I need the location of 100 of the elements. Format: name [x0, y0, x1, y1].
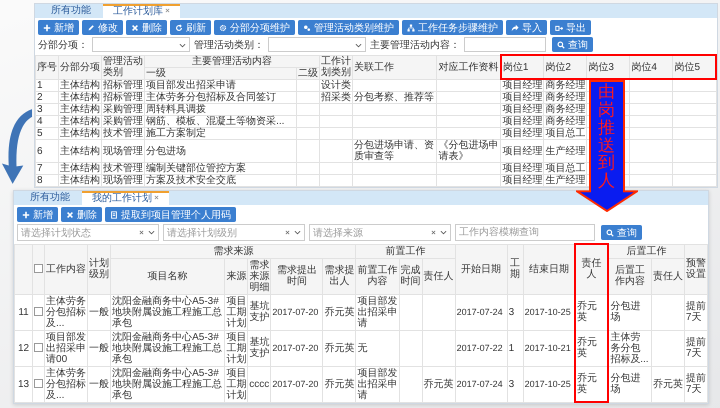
table-cell: 1	[507, 330, 524, 366]
tab-label[interactable]: 所有功能	[30, 191, 70, 205]
table-cell: 《分包进场申请表》	[436, 140, 501, 162]
tab[interactable]: 所有功能	[41, 4, 101, 18]
table-cell: 项目经理	[500, 116, 544, 128]
table-cell: 主体结构	[58, 174, 102, 186]
table-cell: 项目经理	[500, 174, 544, 186]
input-field[interactable]	[464, 37, 546, 52]
column-header: 管理活动类别	[102, 55, 145, 79]
select-field[interactable]	[92, 37, 190, 52]
checkbox[interactable]	[34, 343, 44, 352]
toolbar-button[interactable]: 分部分项维护	[214, 20, 295, 35]
caret-icon	[294, 230, 301, 235]
table-cell: 基坑支护	[248, 294, 271, 330]
table-cell: 沈阳金融商务中心A5-3#地块附属设施工程施工总承包	[110, 294, 225, 330]
toolbar-button[interactable]: 导入	[506, 20, 547, 35]
table-cell: 2017-07-20	[270, 330, 323, 366]
table-cell: 主体结构	[58, 104, 102, 116]
select-field[interactable]: 请选择计划状态	[17, 224, 159, 241]
column-header: 责任人	[575, 244, 608, 294]
tab-label[interactable]: 所有功能	[51, 4, 91, 18]
toolbar-button[interactable]: 修改	[82, 20, 123, 35]
filter-label: 分部分项：	[38, 38, 88, 52]
toolbar-button[interactable]: 管理活动类别维护	[298, 20, 399, 35]
table-cell: 主体结构	[58, 79, 102, 92]
table-cell: 乔元英	[322, 366, 356, 402]
times-icon	[131, 24, 139, 32]
share-icon	[511, 24, 519, 32]
column-header: 岗位4	[630, 55, 673, 79]
search-button[interactable]: 查询	[552, 37, 593, 52]
table-cell: 无	[356, 330, 399, 366]
toolbar-button[interactable]: 刷新	[170, 20, 211, 35]
table-cell: 8	[36, 174, 59, 186]
column-header: 计划级别	[88, 244, 111, 294]
table-cell: 分包进场	[144, 140, 297, 162]
column-header: 关联工作	[352, 55, 437, 79]
column-group-header: 前置工作	[356, 244, 456, 258]
clear-icon[interactable]	[431, 230, 436, 235]
table-cell: 3	[507, 294, 524, 330]
table-cell: 2	[36, 92, 59, 104]
table-cell: 项目经理	[500, 79, 544, 92]
column-header: 工作内容	[44, 244, 88, 294]
table-cell: 商务经理	[544, 104, 587, 116]
table-cell: cccc	[248, 366, 271, 402]
column-header: 岗位1	[500, 55, 544, 79]
table-cell: 招标管理	[102, 79, 145, 92]
table-cell: 提前7天	[684, 366, 708, 402]
table-cell: 生产经理	[544, 140, 587, 162]
search-icon	[557, 40, 565, 48]
select-field[interactable]: 请选择来源	[309, 224, 451, 241]
toolbar-button[interactable]: 工作任务步骤维护	[402, 20, 503, 35]
table-cell: 沈阳金融商务中心A5-3#地块附属设施工程施工总承包	[110, 330, 225, 366]
tab[interactable]: 所有功能	[20, 191, 80, 205]
table-cell: 1	[36, 79, 59, 92]
plus-icon	[43, 24, 51, 32]
table-cell: 乔元英	[422, 366, 456, 402]
table-cell: 基坑支护	[248, 330, 271, 366]
tab-label[interactable]: 工作计划库	[113, 6, 163, 18]
checkbox[interactable]	[34, 379, 44, 388]
column-header: 工期	[507, 244, 524, 294]
checkbox[interactable]	[34, 264, 44, 274]
table-cell: 项目部发出招采申请	[356, 294, 399, 330]
caret-icon	[179, 43, 186, 48]
toolbar-button[interactable]: 删除	[126, 20, 167, 35]
plus-icon	[22, 210, 30, 218]
table-cell: 技术管理	[102, 162, 145, 174]
table-cell: 项目工期计划	[224, 294, 248, 330]
table-cell: 乔元英	[575, 366, 608, 402]
toolbar-button[interactable]: 删除	[61, 207, 102, 222]
caret-icon	[440, 230, 447, 235]
checkbox[interactable]	[34, 307, 44, 316]
table-cell: 商务经理	[544, 92, 587, 104]
clear-icon[interactable]	[285, 230, 290, 235]
toolbar-button[interactable]: 提取到项目管理个人用码	[105, 207, 236, 222]
clear-icon[interactable]	[139, 230, 144, 235]
times-icon	[66, 210, 74, 218]
column-header: 预警设置	[684, 244, 708, 294]
toolbar-button[interactable]: 新增	[17, 207, 58, 222]
table-cell: 项目经理	[500, 104, 544, 116]
tab-label[interactable]: 我的工作计划	[92, 193, 152, 205]
table-cell: 主体劳务分包招标及...	[608, 330, 652, 366]
select-field[interactable]: 请选择计划级别	[163, 224, 305, 241]
table-cell: 6	[36, 140, 59, 162]
table-cell: 一般	[88, 294, 111, 330]
tab[interactable]: 工作计划库	[103, 4, 180, 18]
table-cell: 5	[36, 128, 59, 140]
gears-icon	[303, 24, 311, 32]
toolbar-button[interactable]: 新增	[38, 20, 79, 35]
close-icon[interactable]	[154, 195, 159, 200]
close-icon[interactable]	[165, 8, 170, 13]
table-cell: 提前7天	[684, 294, 708, 330]
search-field[interactable]: 工作内容模糊查询	[455, 224, 595, 241]
tab[interactable]: 我的工作计划	[82, 191, 169, 205]
toolbar-button[interactable]: 导出	[550, 20, 591, 35]
select-field[interactable]	[268, 37, 366, 52]
table-cell: 乔元英	[575, 330, 608, 366]
column-header: 需求来源明细	[248, 258, 271, 294]
column-header: 责任人	[651, 258, 684, 294]
search-button[interactable]: 查询	[601, 225, 642, 240]
table-cell: 技术管理	[102, 128, 145, 140]
